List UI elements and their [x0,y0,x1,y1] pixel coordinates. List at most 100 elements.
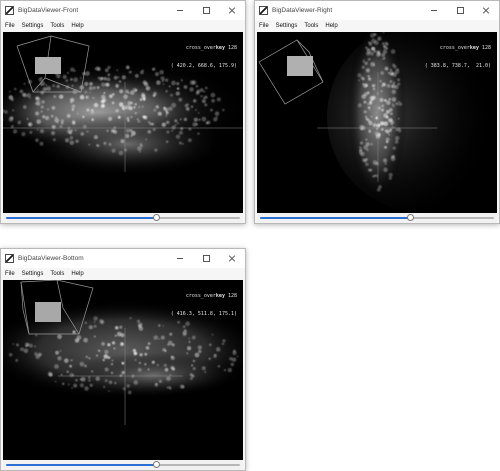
nucleus-speck [58,94,64,99]
nucleus-speck [138,361,141,365]
nucleus-speck [370,61,375,67]
menu-tools[interactable]: Tools [50,271,64,277]
nucleus-speck [378,38,380,41]
menu-bar: File Settings Tools Help [255,20,499,32]
menu-help[interactable]: Help [71,271,83,277]
maximize-icon[interactable] [193,1,219,20]
viewer-canvas[interactable]: cross_overkey 128 ( 420.2, 668.6, 175.9) [3,32,243,213]
nucleus-speck [159,69,164,75]
close-icon[interactable] [473,1,499,20]
nucleus-speck [175,134,181,139]
slider-track[interactable] [6,464,157,466]
nucleus-speck [171,125,176,130]
time-slider[interactable] [257,213,497,223]
minimize-icon[interactable] [167,249,193,268]
nucleus-speck [34,101,39,106]
nucleus-speck [381,82,386,87]
nucleus-speck [395,128,399,132]
maximize-icon[interactable] [193,249,219,268]
menu-settings[interactable]: Settings [22,271,44,277]
menu-tools[interactable]: Tools [50,23,64,29]
menu-file[interactable]: File [259,23,269,29]
nucleus-speck [80,376,86,382]
nucleus-speck [75,139,79,143]
viewer-canvas[interactable]: cross_overkey 128 ( 416.3, 511.8, 175.1) [3,280,243,460]
nucleus-speck [179,118,182,121]
nucleus-speck [28,343,33,348]
nucleus-speck [93,335,96,338]
nucleus-speck [125,89,129,94]
nucleus-speck [364,83,369,87]
slider-track[interactable] [260,217,411,219]
viewer-canvas[interactable]: cross_overkey 128 ( 383.8, 738.7, 21.0) [257,32,497,213]
time-slider[interactable] [3,460,243,470]
nucleus-speck [113,347,116,350]
window-bottom[interactable]: BigDataViewer-Bottom File Settings Tools… [0,248,246,471]
nucleus-speck [169,374,172,376]
nucleus-speck [190,364,194,367]
menu-settings[interactable]: Settings [22,23,44,29]
slider-track[interactable] [6,217,157,219]
minimize-icon[interactable] [421,1,447,20]
nucleus-speck [189,87,194,92]
nucleus-speck [93,135,98,140]
menu-file[interactable]: File [5,23,15,29]
nucleus-speck [392,146,396,150]
nucleus-speck [92,97,95,100]
nucleus-speck [84,321,88,325]
nucleus-speck [88,143,91,146]
title-bar[interactable]: BigDataViewer-Right [255,1,499,20]
title-bar[interactable]: BigDataViewer-Bottom [1,249,245,268]
nucleus-speck [381,128,384,131]
nucleus-speck [104,349,109,355]
menu-tools[interactable]: Tools [304,23,318,29]
nucleus-speck [136,118,139,120]
minimize-icon[interactable] [167,1,193,20]
slider-thumb[interactable] [153,214,161,221]
nucleus-speck [171,80,176,86]
nucleus-speck [56,84,60,89]
nucleus-speck [125,133,130,139]
nucleus-speck [156,364,159,367]
nucleus-speck [14,87,17,91]
menu-help[interactable]: Help [71,23,83,29]
window-title: BigDataViewer-Right [272,7,333,14]
nucleus-speck [373,32,376,36]
nucleus-speck [358,79,361,82]
nucleus-speck [385,115,389,119]
nucleus-speck [33,345,37,348]
nucleus-speck [210,92,216,98]
title-bar[interactable]: BigDataViewer-Front [1,1,245,20]
close-icon[interactable] [219,249,245,268]
nucleus-speck [60,373,63,376]
window-right[interactable]: BigDataViewer-Right File Settings Tools … [254,0,500,224]
nucleus-speck [359,141,364,145]
nucleus-speck [110,363,114,366]
time-slider[interactable] [3,213,243,223]
nucleus-speck [386,83,391,88]
nucleus-speck [191,335,196,340]
nucleus-speck [164,349,167,352]
nucleus-speck [137,119,141,123]
slider-thumb[interactable] [153,461,161,468]
nucleus-speck [40,105,44,109]
nucleus-speck [95,66,100,71]
nucleus-speck [90,370,94,373]
slider-thumb[interactable] [407,214,415,221]
nucleus-speck [368,119,371,123]
nucleus-speck [93,324,97,328]
nucleus-speck [107,65,111,70]
nucleus-speck [162,325,164,327]
nucleus-speck [133,106,136,109]
nucleus-speck [45,84,48,86]
window-front[interactable]: BigDataViewer-Front File Settings Tools … [0,0,246,224]
nucleus-speck [69,136,74,140]
nucleus-speck [4,110,8,114]
menu-file[interactable]: File [5,271,15,277]
nucleus-speck [52,84,56,88]
nucleus-speck [370,115,373,118]
menu-help[interactable]: Help [325,23,337,29]
menu-settings[interactable]: Settings [276,23,298,29]
close-icon[interactable] [219,1,245,20]
maximize-icon[interactable] [447,1,473,20]
